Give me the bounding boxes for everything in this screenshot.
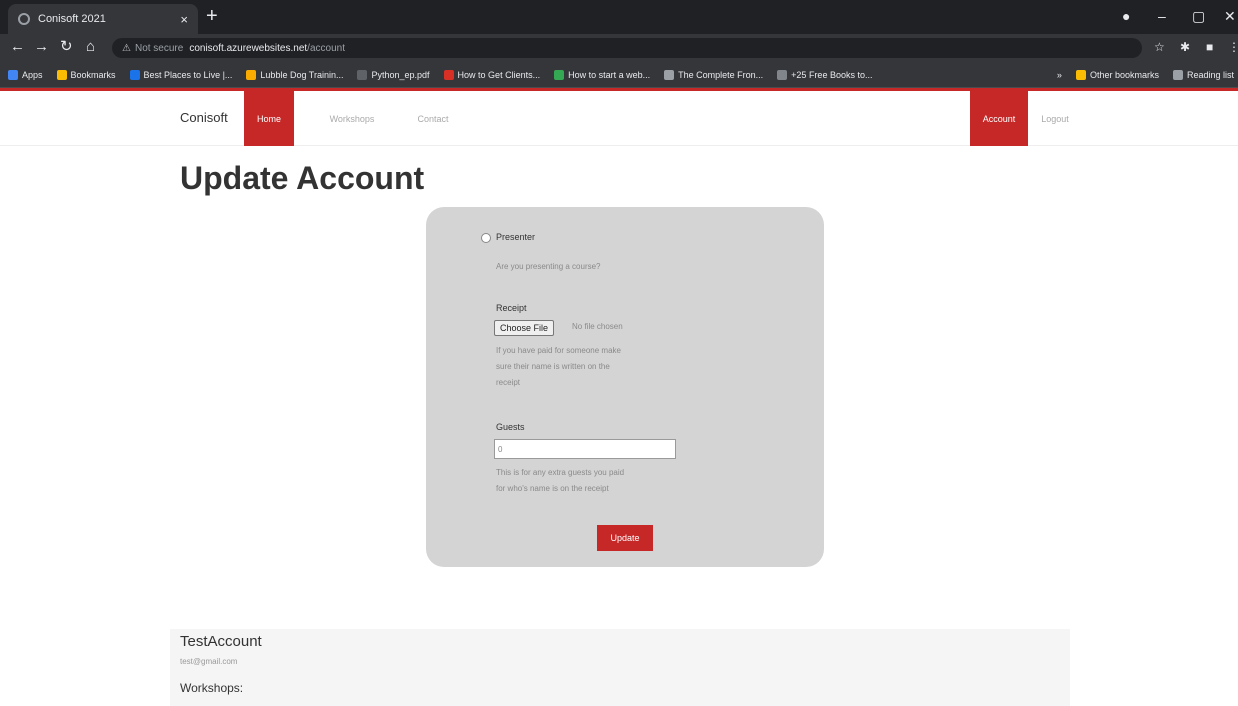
presenter-radio[interactable] bbox=[481, 233, 491, 243]
receipt-help-line-2: sure their name is written on the bbox=[496, 362, 610, 371]
reading-list-icon bbox=[1172, 70, 1183, 80]
back-button[interactable]: ← bbox=[10, 39, 25, 55]
receipt-label: Receipt bbox=[496, 303, 527, 313]
home-button[interactable]: ⌂ bbox=[86, 39, 95, 55]
browser-tab-bar: Conisoft 2021 × + ● – ▢ ✕ bbox=[0, 0, 1238, 34]
guests-help-line-2: for who's name is on the receipt bbox=[496, 484, 609, 493]
maximize-button[interactable]: ▢ bbox=[1192, 8, 1205, 25]
browser-tab[interactable]: Conisoft 2021 × bbox=[8, 4, 198, 34]
bookmark-lubble-dog[interactable]: Lubble Dog Trainin... bbox=[246, 69, 343, 80]
apps-grid-icon bbox=[8, 69, 18, 80]
pdf-icon bbox=[357, 69, 368, 80]
no-file-label: No file chosen bbox=[572, 322, 623, 331]
tab-close-icon[interactable]: × bbox=[180, 12, 188, 27]
folder-icon bbox=[1075, 70, 1086, 80]
nav-logout[interactable]: Logout bbox=[1030, 91, 1080, 146]
nav-home[interactable]: Home bbox=[244, 91, 294, 146]
nav-account[interactable]: Account bbox=[970, 91, 1028, 146]
bookmarks-more-icon[interactable]: » bbox=[1057, 70, 1062, 80]
site-icon bbox=[777, 69, 788, 80]
site-favicon-icon bbox=[18, 13, 30, 25]
workshops-heading: Workshops: bbox=[180, 681, 244, 695]
not-secure-label: Not secure bbox=[134, 42, 184, 54]
choose-file-button[interactable]: Choose File bbox=[494, 320, 555, 336]
menu-icon[interactable]: ⋮ bbox=[1228, 40, 1238, 54]
tab-title: Conisoft 2021 bbox=[38, 13, 106, 25]
site-icon bbox=[554, 69, 565, 80]
bookmarks-right-group: » Other bookmarks Reading list bbox=[1057, 62, 1234, 88]
url-path: /account bbox=[307, 42, 345, 54]
new-tab-button[interactable]: + bbox=[206, 6, 218, 26]
presenter-label: Presenter bbox=[496, 232, 536, 242]
warning-icon[interactable]: ⚠ bbox=[122, 43, 131, 54]
bookmark-bookmarks[interactable]: Bookmarks bbox=[56, 69, 116, 80]
minimize-button[interactable]: – bbox=[1158, 8, 1166, 24]
account-summary: TestAccount test@gmail.com Workshops: bbox=[170, 629, 1070, 706]
extensions-icon[interactable]: ✱ bbox=[1180, 40, 1190, 54]
receipt-help-line-1: If you have paid for someone make bbox=[496, 346, 621, 355]
bookmark-complete-fron[interactable]: The Complete Fron... bbox=[664, 69, 763, 80]
site-brand[interactable]: Conisoft bbox=[180, 110, 228, 125]
bookmark-free-books[interactable]: +25 Free Books to... bbox=[777, 69, 872, 80]
bookmarks-bar: Apps Bookmarks Best Places to Live |... … bbox=[0, 62, 1238, 88]
extension-red-icon[interactable]: ■ bbox=[1206, 40, 1213, 54]
shield-icon bbox=[129, 69, 140, 80]
site-icon bbox=[246, 69, 257, 80]
bookmark-python-pdf[interactable]: Python_ep.pdf bbox=[357, 69, 430, 80]
guests-label: Guests bbox=[496, 422, 525, 432]
close-window-button[interactable]: ✕ bbox=[1224, 8, 1236, 25]
site-icon bbox=[443, 69, 454, 80]
browser-toolbar: ← → ↻ ⌂ ⚠ Not secure conisoft.azurewebsi… bbox=[0, 34, 1238, 62]
profile-icon[interactable]: ● bbox=[1122, 8, 1130, 24]
update-button[interactable]: Update bbox=[597, 525, 653, 551]
nav-workshops[interactable]: Workshops bbox=[316, 91, 388, 146]
account-email: test@gmail.com bbox=[180, 657, 238, 666]
account-name: TestAccount bbox=[180, 633, 262, 650]
other-bookmarks[interactable]: Other bookmarks bbox=[1075, 70, 1159, 80]
bookmark-get-clients[interactable]: How to Get Clients... bbox=[443, 69, 540, 80]
star-icon bbox=[56, 69, 67, 80]
bookmark-apps[interactable]: Apps bbox=[8, 69, 43, 80]
reading-list[interactable]: Reading list bbox=[1172, 70, 1234, 80]
forward-button[interactable]: → bbox=[34, 39, 49, 55]
star-icon[interactable]: ☆ bbox=[1154, 40, 1165, 54]
bookmark-start-web[interactable]: How to start a web... bbox=[554, 69, 650, 80]
presenter-help: Are you presenting a course? bbox=[496, 262, 601, 271]
nav-contact[interactable]: Contact bbox=[404, 91, 462, 146]
url-host: conisoft.azurewebsites.net bbox=[189, 42, 308, 54]
address-bar[interactable]: ⚠ Not secure conisoft.azurewebsites.net … bbox=[112, 38, 1142, 58]
guests-input[interactable] bbox=[494, 439, 676, 459]
reload-button[interactable]: ↻ bbox=[60, 39, 73, 55]
site-icon bbox=[664, 69, 675, 80]
receipt-help-line-3: receipt bbox=[496, 378, 521, 387]
update-account-form: Presenter Are you presenting a course? R… bbox=[426, 207, 824, 567]
page-title: Update Account bbox=[180, 160, 425, 196]
bookmark-best-places[interactable]: Best Places to Live |... bbox=[129, 69, 232, 80]
guests-help-line-1: This is for any extra guests you paid bbox=[496, 468, 625, 477]
site-navbar: Conisoft Home Workshops Contact Account … bbox=[0, 91, 1238, 146]
